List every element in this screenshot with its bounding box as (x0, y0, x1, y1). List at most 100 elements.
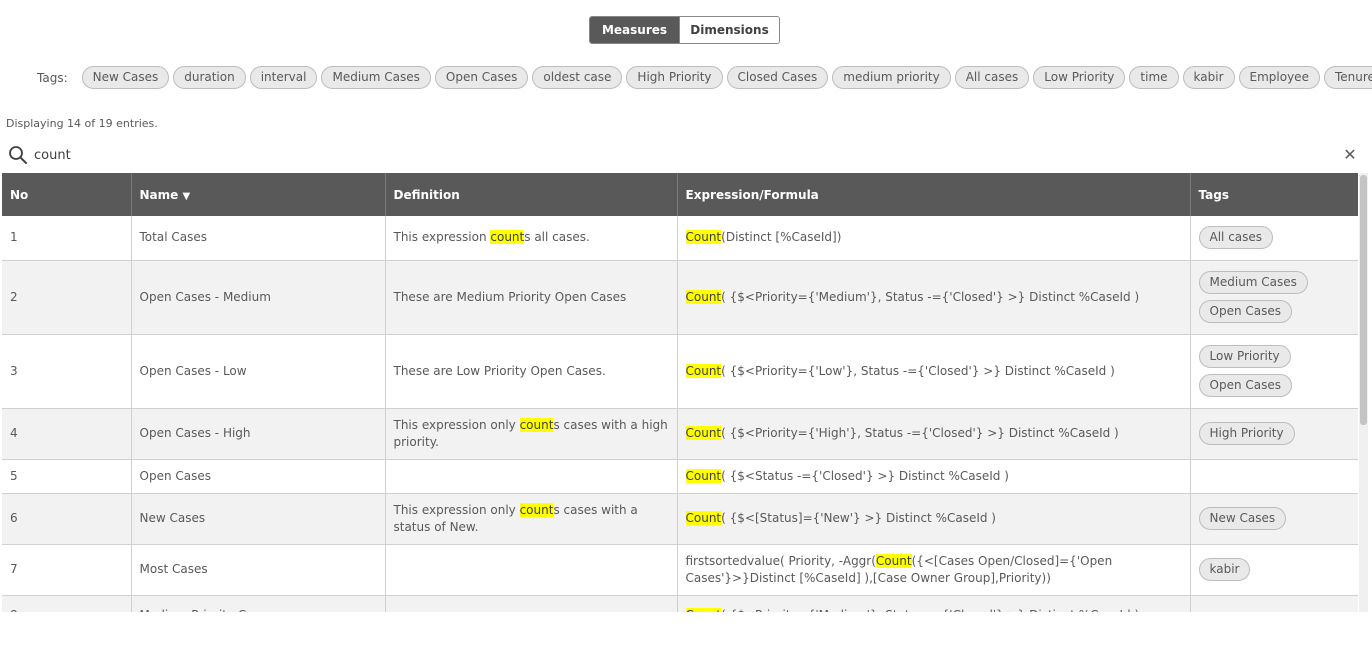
expression-text: ( {$<Status -={'Closed'} >} Distinct %Ca… (721, 468, 1009, 483)
tag-filter-chip[interactable]: kabir (1182, 66, 1235, 89)
row-tags: All cases (1190, 216, 1358, 261)
row-tags: kabir (1190, 544, 1358, 596)
tag-filter-chip[interactable]: interval (249, 66, 318, 89)
definition-text: This expression only (393, 502, 520, 517)
row-number: 5 (2, 459, 132, 494)
row-expression: Count( {$<Priority={'Medium'}, Status -=… (677, 595, 1191, 612)
column-header-tags[interactable]: Tags (1190, 173, 1358, 216)
tag-filter-chip[interactable]: Closed Cases (726, 66, 829, 89)
entries-count: Displaying 14 of 19 entries. (6, 117, 158, 130)
row-tag-chip[interactable]: High Priority (1198, 422, 1295, 445)
row-tag-chip[interactable]: Medium Cases (1198, 271, 1308, 294)
sort-desc-icon: ▼ (182, 190, 191, 202)
row-name: Open Cases - High (131, 408, 386, 460)
column-header-expression[interactable]: Expression/Formula (677, 173, 1191, 216)
measures-dimensions-toggle: Measures Dimensions (589, 16, 780, 44)
tags-label: Tags: (37, 70, 68, 85)
row-tags: New Cases (1190, 493, 1358, 545)
row-tag-chip[interactable]: New Cases (1198, 507, 1287, 530)
measures-toggle-button[interactable]: Measures (590, 17, 679, 43)
tag-list: New Cases duration interval Medium Cases Ope… (81, 66, 1372, 89)
search-icon (9, 146, 27, 164)
row-expression: firstsortedvalue( Priority, -Aggr(Count(… (677, 544, 1191, 596)
tag-filter-chip[interactable]: Medium Cases (321, 66, 431, 89)
table-row[interactable]: 1 Total Cases This expression counts all c… (2, 216, 1358, 261)
table-row[interactable]: 6 New Cases This expression only counts ca… (2, 493, 1358, 545)
tag-filter-chip[interactable]: New Cases (81, 66, 170, 89)
row-tags: Low Priority Open Cases (1190, 334, 1358, 409)
expression-text: (Distinct [%CaseId]) (721, 230, 842, 245)
row-tag-chip[interactable]: Low Priority (1198, 345, 1291, 368)
tag-filter-chip[interactable]: High Priority (626, 66, 723, 89)
table-row[interactable]: 2 Open Cases - Medium These are Medium Pri… (2, 260, 1358, 335)
row-tag-chip[interactable]: kabir (1198, 558, 1251, 581)
row-definition (385, 459, 678, 494)
row-number: 2 (2, 260, 132, 335)
row-tag-chip[interactable]: Open Cases (1198, 300, 1292, 323)
expression-text: ( {$<Priority={'High'}, Status -={'Close… (721, 426, 1119, 440)
search-highlight: Count (685, 289, 722, 304)
row-number: 3 (2, 334, 132, 409)
expression-text: ( {$<Priority={'Medium'}, Status -={'Clo… (721, 289, 1140, 304)
row-number: 1 (2, 216, 132, 261)
row-name: Open Cases - Low (131, 334, 386, 409)
tag-filter-chip[interactable]: Open Cases (434, 66, 529, 89)
tag-filter-chip[interactable]: medium priority (832, 66, 951, 89)
tag-filter-chip[interactable]: time (1129, 66, 1179, 89)
definition-text: This expression (393, 230, 491, 245)
search-highlight: Count (685, 363, 722, 378)
dimensions-toggle-button[interactable]: Dimensions (679, 17, 779, 43)
row-name: Open Cases (131, 459, 386, 494)
row-definition (385, 595, 678, 612)
row-number: 7 (2, 544, 132, 596)
table-header-row: No Name ▼ Definition Expression/Formula … (2, 173, 1358, 216)
expression-text: firstsortedvalue( Priority, -Aggr( (685, 553, 876, 568)
search-input[interactable] (34, 145, 1334, 165)
definition-text: These are Low Priority Open Cases. (393, 363, 606, 378)
row-definition: These are Medium Priority Open Cases (385, 260, 678, 335)
row-name: New Cases (131, 493, 386, 545)
table-row[interactable]: 8Medium Priority Cases Count( {$<Priority… (2, 595, 1358, 612)
row-definition: This expression only counts cases with a… (385, 408, 678, 460)
search-highlight: Count (685, 230, 722, 245)
row-tags: Medium Cases Open Cases (1190, 260, 1358, 335)
row-number: 8 (2, 595, 132, 612)
expression-text: ( {$<[Status]={'New'} >} Distinct %CaseI… (721, 511, 996, 525)
row-number: 6 (2, 493, 132, 545)
tag-filter-chip[interactable]: Low Priority (1033, 66, 1126, 89)
row-tag-chip[interactable]: Open Cases (1198, 374, 1292, 397)
expression-text: ( {$<Priority={'Low'}, Status -={'Closed… (721, 363, 1115, 378)
measures-table: No Name ▼ Definition Expression/Formula … (2, 173, 1358, 612)
search-highlight: count (490, 230, 525, 245)
row-expression: Count( {$<Priority={'Medium'}, Status -=… (677, 260, 1191, 335)
search-highlight: Count (875, 553, 912, 568)
row-tags: High Priority (1190, 408, 1358, 460)
search-highlight: Count (685, 607, 722, 612)
table-row[interactable]: 7 Most Cases firstsortedvalue( Priority, -… (2, 544, 1358, 596)
table-scrollbar[interactable] (1359, 173, 1368, 612)
scrollbar-thumb[interactable] (1360, 175, 1367, 425)
column-header-no[interactable]: No (2, 173, 132, 216)
row-definition: These are Low Priority Open Cases. (385, 334, 678, 409)
table-row[interactable]: 4 Open Cases - High This expression only c… (2, 408, 1358, 460)
tag-filter-chip[interactable]: Employee (1238, 66, 1320, 89)
tag-filter-chip[interactable]: duration (173, 66, 246, 89)
search-highlight: count (519, 502, 554, 517)
search-highlight: Count (685, 511, 722, 525)
row-number: 4 (2, 408, 132, 460)
column-header-name-label: Name (139, 187, 179, 202)
tag-filter-chip[interactable]: oldest case (532, 66, 623, 89)
clear-search-icon[interactable]: ✕ (1340, 144, 1360, 166)
row-name: Most Cases (131, 544, 386, 596)
tag-filter-chip[interactable]: Tenure (1323, 66, 1372, 89)
table-row[interactable]: 3 Open Cases - Low These are Low Priority … (2, 334, 1358, 409)
table-row[interactable]: 5 Open Cases Count( {$<Status -={'Closed'}… (2, 459, 1358, 494)
row-tags (1190, 459, 1358, 494)
row-definition: This expression counts all cases. (385, 216, 678, 261)
column-header-name[interactable]: Name ▼ (131, 173, 386, 216)
column-header-definition[interactable]: Definition (385, 173, 678, 216)
tag-filter-chip[interactable]: All cases (954, 66, 1030, 89)
row-tag-chip[interactable]: All cases (1198, 226, 1274, 250)
row-expression: Count(Distinct [%CaseId]) (677, 216, 1191, 261)
row-name: Open Cases - Medium (131, 260, 386, 335)
